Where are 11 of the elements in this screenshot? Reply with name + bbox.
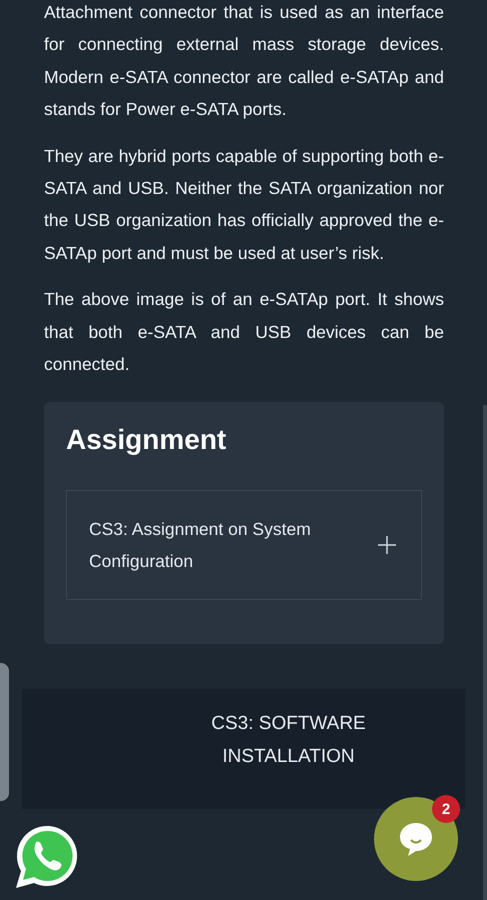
next-lesson-link[interactable]: CS3: SOFTWARE INSTALLATION: [204, 707, 374, 810]
accordion-item[interactable]: CS3: Assignment on System Configuration: [66, 490, 422, 600]
chat-button[interactable]: 2: [374, 797, 458, 881]
plus-icon[interactable]: [377, 535, 397, 556]
card-title: Assignment: [66, 424, 228, 456]
side-tab[interactable]: [0, 663, 9, 801]
notification-badge: 2: [432, 795, 460, 823]
article-paragraph: They are hybrid ports capable of supporting both e-SATA and USB. Neither the SATA organization nor the USB organization has officially approved the e-SATAp port and must be used at user’s risk.: [44, 144, 444, 265]
accordion-label: CS3: Assignment on System Configuration: [89, 518, 312, 574]
article-paragraph: The above image is of an e-SATAp port. It shows that both e-SATA and USB devices can be connected.: [44, 288, 444, 376]
article-paragraph: Attachment connector that is used as an interface for connecting external mass storage devices. Modern e-SATA connector are called e-SATAp and stands for Power e-SATA ports.: [44, 1, 444, 122]
